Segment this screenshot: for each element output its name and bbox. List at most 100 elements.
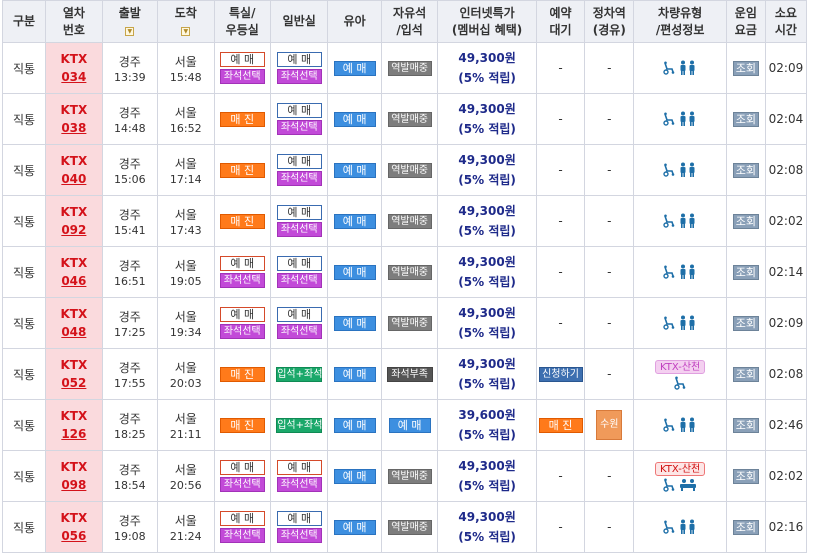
vehicle-info[interactable]	[634, 315, 725, 331]
cell-type: 직통	[1, 501, 47, 553]
fare-query-button[interactable]: 조회	[732, 213, 759, 229]
train-number-link[interactable]: 038	[46, 119, 101, 137]
vehicle-info[interactable]	[634, 213, 725, 229]
fare-query-button[interactable]: 조회	[732, 264, 759, 280]
special-seat-select-button[interactable]: 좌석선택	[219, 528, 265, 543]
vehicle-info[interactable]	[634, 417, 725, 433]
cell-train-no[interactable]: KTX 098	[45, 450, 103, 502]
vehicle-info[interactable]	[634, 519, 725, 535]
cell-reserve: -	[535, 195, 586, 247]
cell-train-no[interactable]: KTX 046	[45, 246, 103, 298]
cell-train-no[interactable]: KTX 034	[45, 42, 103, 94]
general-standing-seat-button[interactable]: 입석+좌석	[276, 417, 322, 433]
kid-book-button[interactable]: 예 매	[333, 111, 376, 127]
general-seat-select-button[interactable]: 좌석선택	[276, 222, 322, 237]
cell-free: 역발매중	[380, 450, 439, 502]
header-arrive[interactable]: 도착 ▼	[157, 0, 215, 43]
train-number-link[interactable]: 040	[46, 170, 101, 188]
general-seat-select-button[interactable]: 좌석선택	[276, 477, 322, 492]
cell-internet-price: 39,600원 (5% 적립)	[437, 399, 537, 451]
fare-query-button[interactable]: 조회	[732, 315, 759, 331]
special-book-button[interactable]: 예 매	[219, 460, 265, 475]
sort-icon[interactable]: ▼	[125, 26, 135, 36]
vehicle-info[interactable]	[634, 111, 725, 127]
general-book-button[interactable]: 예 매	[276, 307, 322, 322]
general-book-button[interactable]: 예 매	[276, 154, 322, 169]
special-book-button[interactable]: 예 매	[219, 52, 265, 67]
vehicle-info[interactable]	[634, 162, 725, 178]
fare-query-button[interactable]: 조회	[732, 468, 759, 484]
vehicle-info[interactable]: KTX-산천	[634, 359, 725, 390]
special-seat-select-button[interactable]: 좌석선택	[219, 273, 265, 288]
cell-train-no[interactable]: KTX 126	[45, 399, 103, 451]
wheelchair-icon	[663, 163, 675, 177]
special-sold-out-badge: 매 진	[219, 417, 265, 433]
fare-query-button[interactable]: 조회	[732, 60, 759, 76]
train-number-link[interactable]: 056	[46, 527, 101, 545]
general-seat-select-button[interactable]: 좌석선택	[276, 528, 322, 543]
table-row: 직통 KTX 126 경주 18:25 서울 21:11 매 진 입석+좌석 예 매 …	[1, 399, 808, 451]
general-book-button[interactable]: 예 매	[276, 103, 322, 118]
special-seat-select-button[interactable]: 좌석선택	[219, 69, 265, 84]
train-number-link[interactable]: 092	[46, 221, 101, 239]
cell-depart: 경주 15:41	[101, 195, 159, 247]
price-value: 49,300원	[458, 510, 516, 524]
special-book-button[interactable]: 예 매	[219, 256, 265, 271]
vehicle-info[interactable]	[634, 60, 725, 76]
kid-book-button[interactable]: 예 매	[333, 213, 376, 229]
kid-book-button[interactable]: 예 매	[333, 60, 376, 76]
cell-train-no[interactable]: KTX 048	[45, 297, 103, 349]
cell-kid: 예 매	[327, 246, 382, 298]
train-number-link[interactable]: 048	[46, 323, 101, 341]
reserve-apply-button[interactable]: 신청하기	[538, 366, 583, 382]
vehicle-info[interactable]	[634, 264, 725, 280]
free-book-button[interactable]: 예 매	[388, 417, 431, 433]
special-seat-select-button[interactable]: 좌석선택	[219, 477, 265, 492]
fare-query-button[interactable]: 조회	[732, 519, 759, 535]
general-book-button[interactable]: 예 매	[276, 205, 322, 220]
fare-query-button[interactable]: 조회	[732, 111, 759, 127]
kid-book-button[interactable]: 예 매	[333, 417, 376, 433]
cell-train-no[interactable]: KTX 040	[45, 144, 103, 196]
general-seat-select-button[interactable]: 좌석선택	[276, 69, 322, 84]
general-seat-select-button[interactable]: 좌석선택	[276, 273, 322, 288]
fare-query-button[interactable]: 조회	[732, 366, 759, 382]
train-number-link[interactable]: 098	[46, 476, 101, 494]
train-number-link[interactable]: 034	[46, 68, 101, 86]
stop-none: -	[607, 163, 612, 177]
general-book-button[interactable]: 예 매	[276, 52, 322, 67]
reserve-none: -	[558, 520, 563, 534]
vehicle-info[interactable]: KTX-산천	[634, 461, 725, 492]
header-depart[interactable]: 출발 ▼	[101, 0, 159, 43]
special-book-button[interactable]: 예 매	[219, 511, 265, 526]
stop-station-button[interactable]: 수원	[596, 410, 623, 440]
general-seat-select-button[interactable]: 좌석선택	[276, 171, 322, 186]
sort-icon[interactable]: ▼	[181, 26, 191, 36]
kid-book-button[interactable]: 예 매	[333, 468, 376, 484]
general-seat-select-button[interactable]: 좌석선택	[276, 324, 322, 339]
kid-book-button[interactable]: 예 매	[333, 366, 376, 382]
kid-book-button[interactable]: 예 매	[333, 162, 376, 178]
train-number-link[interactable]: 046	[46, 272, 101, 290]
special-seat-select-button[interactable]: 좌석선택	[219, 324, 265, 339]
fare-query-button[interactable]: 조회	[732, 417, 759, 433]
cell-internet-price: 49,300원 (5% 적립)	[437, 501, 537, 553]
general-standing-seat-button[interactable]: 입석+좌석	[276, 366, 322, 382]
general-book-button[interactable]: 예 매	[276, 460, 322, 475]
cell-arrive: 서울 17:43	[157, 195, 215, 247]
cell-train-no[interactable]: KTX 056	[45, 501, 103, 553]
general-book-button[interactable]: 예 매	[276, 256, 322, 271]
general-book-button[interactable]: 예 매	[276, 511, 322, 526]
train-number-link[interactable]: 052	[46, 374, 101, 392]
special-book-button[interactable]: 예 매	[219, 307, 265, 322]
cell-train-no[interactable]: KTX 052	[45, 348, 103, 400]
cell-train-no[interactable]: KTX 092	[45, 195, 103, 247]
train-number-link[interactable]: 126	[46, 425, 101, 443]
discount-text: (5% 적립)	[458, 173, 516, 187]
kid-book-button[interactable]: 예 매	[333, 315, 376, 331]
cell-train-no[interactable]: KTX 038	[45, 93, 103, 145]
fare-query-button[interactable]: 조회	[732, 162, 759, 178]
general-seat-select-button[interactable]: 좌석선택	[276, 120, 322, 135]
kid-book-button[interactable]: 예 매	[333, 264, 376, 280]
kid-book-button[interactable]: 예 매	[333, 519, 376, 535]
